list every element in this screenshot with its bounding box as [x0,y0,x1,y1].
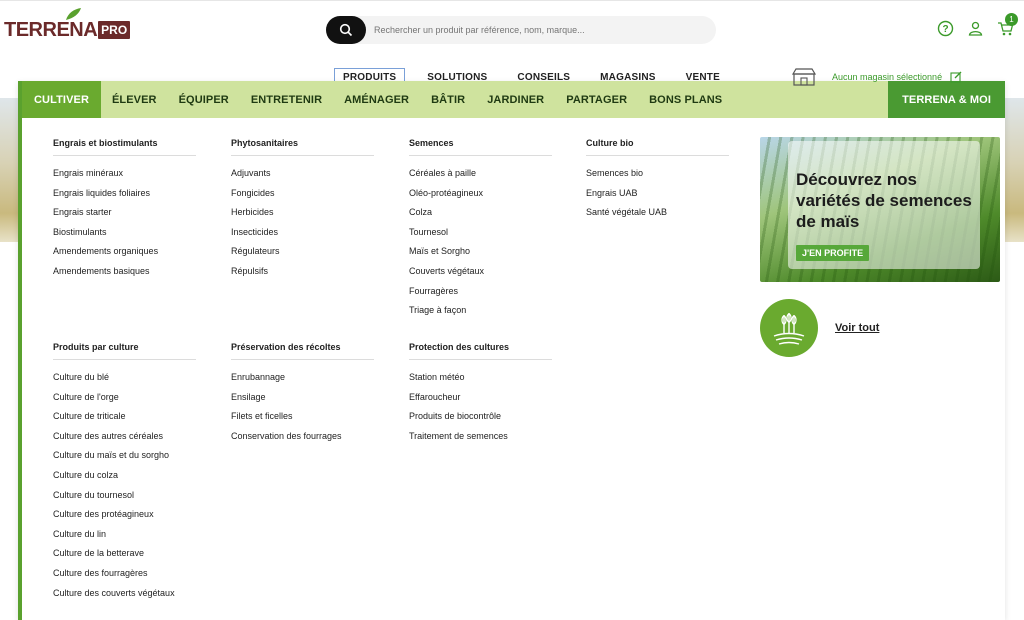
logo-text: TERRENA [4,19,98,41]
menu-link[interactable]: Adjuvants [231,166,376,186]
menu-link[interactable]: Effaroucheur [409,390,554,410]
column-title: Phytosanitaires [231,138,374,156]
menu-link[interactable]: Triage à façon [409,303,554,323]
menu-link[interactable]: Culture du blé [53,370,198,390]
menu-link[interactable]: Conservation des fourrages [231,429,376,449]
cart-count-badge: 1 [1005,13,1018,26]
cat-jardiner[interactable]: JARDINER [476,81,555,118]
menu-link[interactable]: Culture du tournesol [53,488,198,508]
header-icons: ? 1 [936,13,1018,37]
logo-pro-badge: PRO [98,21,131,39]
mega-menu: CULTIVER ÉLEVER ÉQUIPER ENTRETENIR AMÉNA… [18,81,1005,620]
menu-link[interactable]: Enrubannage [231,370,376,390]
store-icon [792,68,816,86]
account-icon[interactable] [966,19,984,37]
promo-text: Découvrez nos variétés de semences de ma… [796,170,972,231]
menu-link[interactable]: Filets et ficelles [231,409,376,429]
voir-tout-link[interactable]: Voir tout [760,299,879,357]
menu-column: Produits par culture Culture du blé Cult… [53,342,198,605]
cat-cultiver[interactable]: CULTIVER [22,81,101,118]
menu-link[interactable]: Engrais liquides foliaires [53,186,198,206]
menu-column: Préservation des récoltes Enrubannage En… [231,342,376,448]
menu-link[interactable]: Fourragères [409,284,554,304]
menu-link[interactable]: Insecticides [231,225,376,245]
menu-link[interactable]: Culture des fourragères [53,566,198,586]
menu-link[interactable]: Engrais UAB [586,186,731,206]
promo-button[interactable]: J'EN PROFITE [796,245,870,261]
column-title: Produits par culture [53,342,196,360]
header: TERRENA PRO ? [0,0,1024,58]
menu-link[interactable]: Culture du lin [53,527,198,547]
logo[interactable]: TERRENA PRO [4,8,131,41]
cat-batir[interactable]: BÂTIR [420,81,476,118]
menu-link[interactable]: Engrais minéraux [53,166,198,186]
menu-link[interactable]: Couverts végétaux [409,264,554,284]
menu-column: Protection des cultures Station météo Ef… [409,342,554,448]
menu-link[interactable]: Amendements organiques [53,244,198,264]
cart-icon[interactable]: 1 [996,13,1018,37]
menu-link[interactable]: Amendements basiques [53,264,198,284]
cat-terrena-moi[interactable]: TERRENA & MOI [888,81,1005,118]
cat-partager[interactable]: PARTAGER [555,81,638,118]
menu-link[interactable]: Ensilage [231,390,376,410]
menu-link[interactable]: Engrais starter [53,205,198,225]
column-title: Culture bio [586,138,729,156]
menu-column: Culture bio Semences bio Engrais UAB San… [586,138,731,225]
cat-entretenir[interactable]: ENTRETENIR [240,81,333,118]
menu-link[interactable]: Régulateurs [231,244,376,264]
menu-link[interactable]: Santé végétale UAB [586,205,731,225]
search-icon [339,23,353,37]
menu-link[interactable]: Produits de biocontrôle [409,409,554,429]
menu-link[interactable]: Culture de l'orge [53,390,198,410]
wheat-field-icon [760,299,818,357]
menu-link[interactable]: Semences bio [586,166,731,186]
column-title: Semences [409,138,552,156]
menu-link[interactable]: Culture du colza [53,468,198,488]
store-selector[interactable]: Aucun magasin sélectionné [792,68,962,86]
cat-elever[interactable]: ÉLEVER [101,81,168,118]
cat-bons-plans[interactable]: BONS PLANS [638,81,733,118]
menu-link[interactable]: Culture de triticale [53,409,198,429]
menu-link[interactable]: Maïs et Sorgho [409,244,554,264]
category-bar: CULTIVER ÉLEVER ÉQUIPER ENTRETENIR AMÉNA… [22,81,1005,118]
menu-link[interactable]: Céréales à paille [409,166,554,186]
search-bar [326,16,716,44]
cat-equiper[interactable]: ÉQUIPER [168,81,240,118]
menu-column: Phytosanitaires Adjuvants Fongicides Her… [231,138,376,284]
menu-link[interactable]: Colza [409,205,554,225]
help-icon[interactable]: ? [936,19,954,37]
menu-link[interactable]: Herbicides [231,205,376,225]
menu-link[interactable]: Station météo [409,370,554,390]
cat-amenager[interactable]: AMÉNAGER [333,81,420,118]
menu-column: Engrais et biostimulants Engrais minérau… [53,138,198,284]
store-label: Aucun magasin sélectionné [832,72,943,82]
menu-link[interactable]: Culture des protéagineux [53,507,198,527]
menu-link[interactable]: Traitement de semences [409,429,554,449]
menu-link[interactable]: Répulsifs [231,264,376,284]
menu-link[interactable]: Tournesol [409,225,554,245]
voir-tout-label: Voir tout [835,322,880,334]
column-title: Engrais et biostimulants [53,138,196,156]
svg-text:?: ? [942,24,948,35]
menu-link[interactable]: Oléo-protéagineux [409,186,554,206]
leaf-icon [66,8,81,20]
search-button[interactable] [326,16,366,44]
promo-banner[interactable]: Découvrez nos variétés de semences de ma… [760,137,1000,282]
menu-link[interactable]: Fongicides [231,186,376,206]
edit-icon[interactable] [950,71,962,83]
column-title: Protection des cultures [409,342,552,360]
menu-column: Semences Céréales à paille Oléo-protéagi… [409,138,554,323]
column-title: Préservation des récoltes [231,342,374,360]
page: TERRENA PRO ? [0,0,1024,620]
search-input[interactable] [374,25,704,35]
menu-link[interactable]: Culture des couverts végétaux [53,586,198,606]
menu-link[interactable]: Biostimulants [53,225,198,245]
menu-link[interactable]: Culture des autres céréales [53,429,198,449]
menu-link[interactable]: Culture du maïs et du sorgho [53,448,198,468]
menu-link[interactable]: Culture de la betterave [53,546,198,566]
